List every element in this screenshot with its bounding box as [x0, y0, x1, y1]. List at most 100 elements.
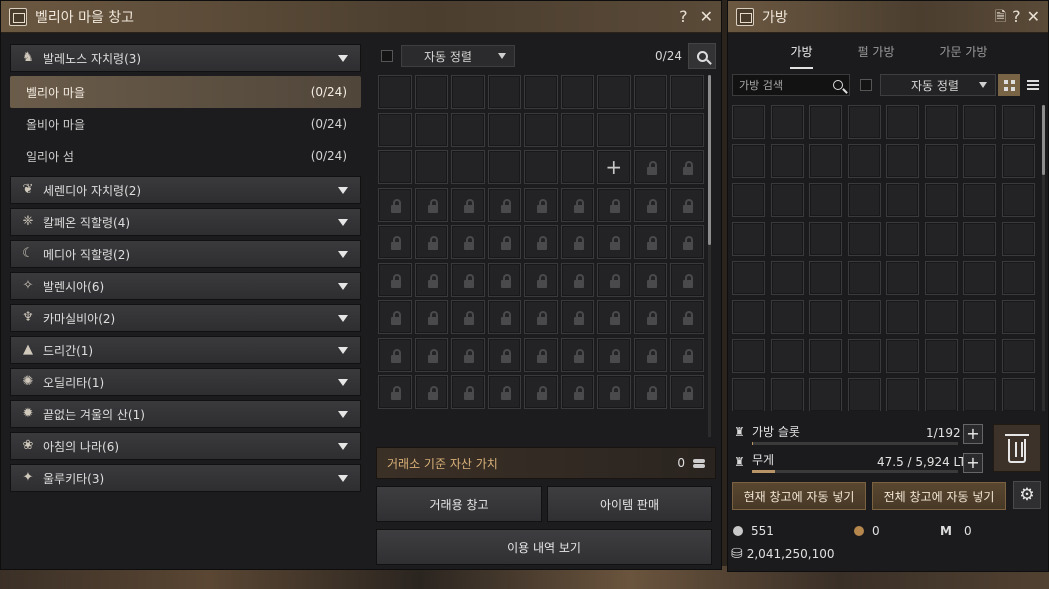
inventory-tab[interactable]: 가방	[790, 37, 813, 69]
region-header[interactable]: ♆ 카마실비아(2)	[10, 304, 361, 332]
storage-slot[interactable]	[451, 75, 485, 109]
inventory-slot[interactable]	[847, 144, 881, 178]
storage-slot[interactable]	[378, 112, 412, 147]
town-storage-item[interactable]: 벨리아 마을 (0/24)	[10, 76, 361, 108]
storage-slot[interactable]	[414, 75, 448, 109]
inventory-slot[interactable]	[886, 222, 919, 256]
inventory-slot[interactable]	[963, 378, 996, 411]
inventory-slot[interactable]	[963, 183, 996, 217]
inventory-slot[interactable]	[809, 183, 842, 217]
storage-slot[interactable]	[597, 75, 631, 109]
usage-history-button[interactable]: 이용 내역 보기	[376, 529, 712, 565]
storage-slot[interactable]	[633, 75, 667, 109]
inventory-slot[interactable]	[770, 339, 804, 373]
inventory-tab[interactable]: 가문 가방	[939, 37, 987, 69]
inventory-slot[interactable]	[847, 378, 881, 411]
inventory-titlebar[interactable]: 가방 🗎 ? ✕	[728, 1, 1048, 33]
region-header[interactable]: ✧ 발렌시아(6)	[10, 272, 361, 300]
town-storage-item[interactable]: 올비아 마을 (0/24)	[10, 108, 361, 140]
storage-slot[interactable]	[524, 150, 558, 184]
expand-slot-button[interactable]: +	[597, 150, 631, 184]
add-weight-button[interactable]: +	[963, 453, 983, 473]
inventory-slot[interactable]	[886, 378, 919, 411]
inventory-slot[interactable]	[1001, 144, 1035, 178]
inventory-slot[interactable]	[770, 222, 804, 256]
region-header[interactable]: ❈ 칼페온 직할령(4)	[10, 208, 361, 236]
inventory-slot[interactable]	[732, 144, 765, 178]
close-button[interactable]: ✕	[700, 8, 713, 25]
inventory-slot[interactable]	[963, 222, 996, 256]
help-button[interactable]: ?	[679, 8, 688, 25]
trash-button[interactable]	[993, 424, 1041, 472]
region-header[interactable]: ✹ 끝없는 겨울의 산(1)	[10, 400, 361, 428]
region-header[interactable]: ❀ 아침의 나라(6)	[10, 432, 361, 460]
inventory-slot[interactable]	[809, 378, 842, 411]
inventory-slot[interactable]	[809, 339, 842, 373]
inventory-slot[interactable]	[847, 183, 881, 217]
document-icon[interactable]: 🗎	[995, 10, 1006, 24]
inventory-slot[interactable]	[963, 339, 996, 373]
inventory-close-button[interactable]: ✕	[1027, 8, 1040, 25]
storage-slot[interactable]	[487, 150, 521, 184]
inventory-slot[interactable]	[732, 183, 765, 217]
inventory-slot[interactable]	[732, 261, 765, 295]
inventory-slot[interactable]	[924, 105, 958, 139]
inventory-slot[interactable]	[1001, 378, 1035, 411]
inventory-slot[interactable]	[1001, 105, 1035, 139]
inventory-slot[interactable]	[924, 261, 958, 295]
sort-dropdown[interactable]: 자동 정렬	[401, 45, 515, 67]
inventory-help-button[interactable]: ?	[1012, 8, 1021, 25]
storage-slot[interactable]	[487, 112, 521, 147]
region-header[interactable]: ♞ 발레노스 자치령(3)	[10, 44, 361, 72]
town-storage-item[interactable]: 일리아 섬 (0/24)	[10, 140, 361, 172]
inventory-slot[interactable]	[924, 300, 958, 334]
inventory-slot[interactable]	[886, 339, 919, 373]
inventory-slot[interactable]	[963, 300, 996, 334]
inventory-sort-checkbox[interactable]	[860, 79, 872, 91]
add-bag-slot-button[interactable]: +	[963, 424, 983, 444]
region-header[interactable]: ▲ 드리간(1)	[10, 336, 361, 364]
item-sell-button[interactable]: 아이템 판매	[547, 486, 712, 522]
auto-store-all-button[interactable]: 전체 창고에 자동 넣기	[872, 482, 1006, 510]
inventory-slot[interactable]	[924, 144, 958, 178]
inventory-slot[interactable]	[809, 300, 842, 334]
inventory-slot[interactable]	[809, 105, 842, 139]
inventory-slot[interactable]	[1001, 261, 1035, 295]
inventory-slot[interactable]	[732, 378, 765, 411]
inventory-slot[interactable]	[732, 339, 765, 373]
storage-slot[interactable]	[597, 112, 631, 147]
inventory-slot[interactable]	[770, 261, 804, 295]
inventory-slot[interactable]	[963, 144, 996, 178]
inventory-slot[interactable]	[770, 300, 804, 334]
inventory-slot[interactable]	[924, 183, 958, 217]
storage-slot[interactable]	[378, 75, 412, 109]
inventory-slot[interactable]	[1001, 222, 1035, 256]
inventory-slot[interactable]	[886, 261, 919, 295]
inventory-scrollbar-thumb[interactable]	[1042, 105, 1045, 175]
inventory-slot[interactable]	[1001, 339, 1035, 373]
inventory-slot[interactable]	[886, 105, 919, 139]
inventory-slot[interactable]	[732, 300, 765, 334]
storage-slot[interactable]	[670, 75, 704, 109]
inventory-slot[interactable]	[847, 105, 881, 139]
inventory-slot[interactable]	[847, 222, 881, 256]
storage-slot[interactable]	[451, 112, 485, 147]
inventory-slot[interactable]	[963, 261, 996, 295]
inventory-slot[interactable]	[1001, 183, 1035, 217]
storage-slot[interactable]	[560, 150, 594, 184]
auto-store-current-button[interactable]: 현재 창고에 자동 넣기	[732, 482, 866, 510]
storage-slot[interactable]	[451, 150, 485, 184]
storage-search-button[interactable]	[688, 43, 716, 69]
inventory-slot[interactable]	[847, 261, 881, 295]
sort-checkbox[interactable]	[381, 50, 393, 62]
inventory-sort-dropdown[interactable]: 자동 정렬	[880, 74, 996, 96]
inventory-tab[interactable]: 펄 가방	[858, 37, 895, 69]
inventory-slot[interactable]	[809, 222, 842, 256]
inventory-slot[interactable]	[809, 261, 842, 295]
inventory-slot[interactable]	[924, 339, 958, 373]
inventory-slot[interactable]	[886, 300, 919, 334]
inventory-slot[interactable]	[770, 183, 804, 217]
region-header[interactable]: ✺ 오딜리타(1)	[10, 368, 361, 396]
storage-slot[interactable]	[633, 112, 667, 147]
inventory-slot[interactable]	[770, 144, 804, 178]
